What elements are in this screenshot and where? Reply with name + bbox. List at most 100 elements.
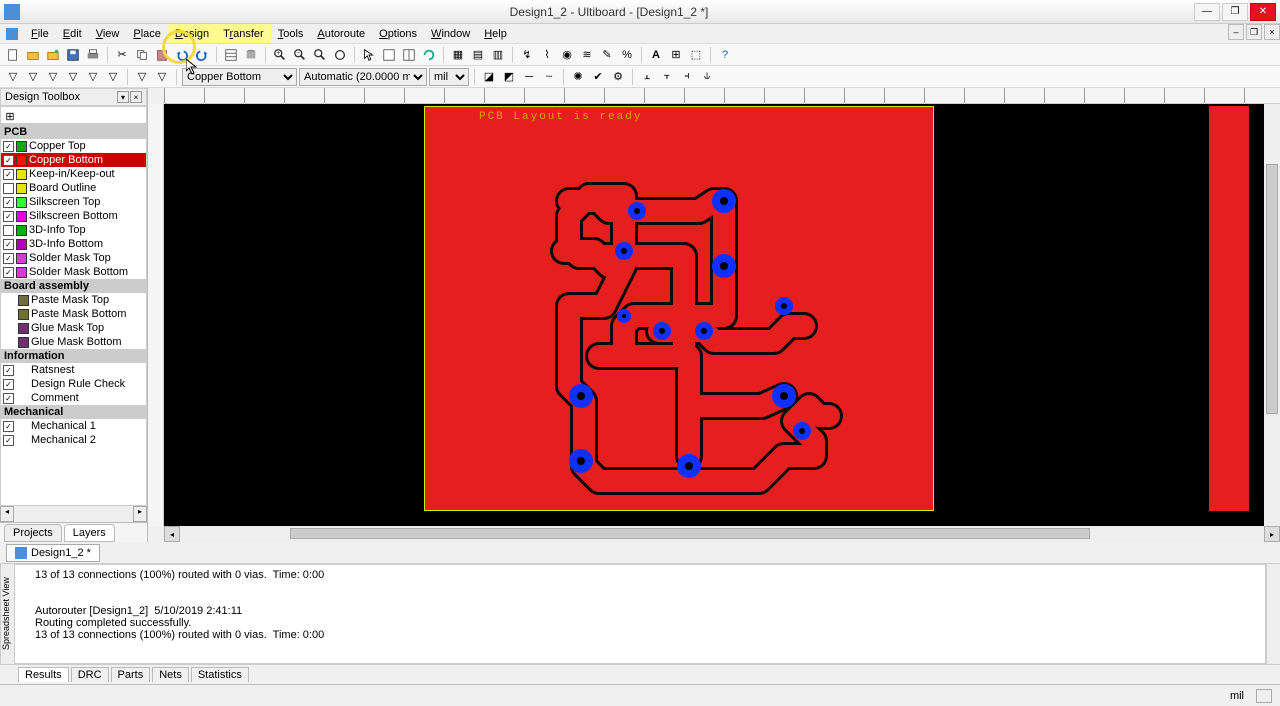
tab-layers[interactable]: Layers <box>64 524 115 542</box>
menu-help[interactable]: Help <box>477 24 514 43</box>
select-icon[interactable] <box>360 46 378 64</box>
database-icon[interactable] <box>242 46 260 64</box>
layer-row[interactable]: Paste Mask Bottom <box>1 307 146 321</box>
tree-hscroll[interactable]: ◂ ▸ <box>0 506 147 522</box>
open-sample-icon[interactable] <box>44 46 62 64</box>
layer-row[interactable]: Board Outline <box>1 181 146 195</box>
layer-checkbox[interactable] <box>3 239 14 250</box>
canvas-vscroll[interactable] <box>1264 104 1280 526</box>
layer-checkbox[interactable] <box>3 211 14 222</box>
paste-icon[interactable] <box>153 46 171 64</box>
cut-icon[interactable]: ✂ <box>113 46 131 64</box>
redo-icon[interactable] <box>193 46 211 64</box>
output-text[interactable]: 13 of 13 connections (100%) routed with … <box>14 564 1266 664</box>
filter-a-icon[interactable]: ▽ <box>4 68 22 86</box>
tool-c-icon[interactable]: ▥ <box>489 46 507 64</box>
layer-row[interactable]: Copper Bottom <box>1 153 146 167</box>
layer-checkbox[interactable] <box>3 435 14 446</box>
drc-icon[interactable]: ✺ <box>569 68 587 86</box>
check-icon[interactable]: ✔ <box>589 68 607 86</box>
spreadsheet-view-label[interactable]: Spreadsheet View <box>0 564 14 664</box>
menu-design[interactable]: Design <box>168 24 216 43</box>
layer-checkbox[interactable] <box>3 225 14 236</box>
layer-checkbox[interactable] <box>3 141 14 152</box>
route-icon[interactable]: ↯ <box>518 46 536 64</box>
layer-row[interactable]: Silkscreen Bottom <box>1 209 146 223</box>
trace-width-select[interactable]: Automatic (20.0000 mil) <box>299 68 427 86</box>
menu-view[interactable]: View <box>89 24 127 43</box>
layer-checkbox[interactable] <box>3 253 14 264</box>
unit-select[interactable]: mil <box>429 68 469 86</box>
align-a-icon[interactable]: ⫠ <box>638 68 656 86</box>
grid-b-icon[interactable] <box>400 46 418 64</box>
toolbox-dropdown-icon[interactable]: ▾ <box>117 91 129 103</box>
document-tab[interactable]: Design1_2 * <box>6 544 100 562</box>
capture-icon[interactable]: ⬚ <box>687 46 705 64</box>
refresh-icon[interactable] <box>420 46 438 64</box>
menu-place[interactable]: Place <box>126 24 168 43</box>
hscroll-left-icon[interactable]: ◂ <box>164 526 180 542</box>
align-d-icon[interactable]: ⫝ <box>698 68 716 86</box>
open-icon[interactable] <box>24 46 42 64</box>
filter-c-icon[interactable]: ▽ <box>44 68 62 86</box>
menu-window[interactable]: Window <box>424 24 477 43</box>
zoom-fit-icon[interactable] <box>331 46 349 64</box>
out-tab-results[interactable]: Results <box>18 667 69 682</box>
layer-row[interactable]: Glue Mask Bottom <box>1 335 146 349</box>
layer-row[interactable]: 3D-Info Top <box>1 223 146 237</box>
via-icon[interactable]: ◉ <box>558 46 576 64</box>
out-tab-parts[interactable]: Parts <box>111 667 151 682</box>
layer-row[interactable]: Glue Mask Top <box>1 321 146 335</box>
layer-row[interactable]: Copper Top <box>1 139 146 153</box>
zoom-area-icon[interactable] <box>311 46 329 64</box>
layer-row[interactable]: Paste Mask Top <box>1 293 146 307</box>
shape-d-icon[interactable]: ┄ <box>540 68 558 86</box>
tool-b-icon[interactable]: ▤ <box>469 46 487 64</box>
status-resize-grip[interactable] <box>1256 689 1272 703</box>
layer-row[interactable]: Silkscreen Top <box>1 195 146 209</box>
out-tab-statistics[interactable]: Statistics <box>191 667 249 682</box>
layer-row[interactable]: 3D-Info Bottom <box>1 237 146 251</box>
layer-row[interactable]: Solder Mask Bottom <box>1 265 146 279</box>
out-tab-nets[interactable]: Nets <box>152 667 189 682</box>
shape-b-icon[interactable]: ◩ <box>500 68 518 86</box>
menu-options[interactable]: Options <box>372 24 424 43</box>
filter-g-icon[interactable]: ▽ <box>133 68 151 86</box>
percent-icon[interactable]: % <box>618 46 636 64</box>
align-c-icon[interactable]: ⫞ <box>678 68 696 86</box>
filter-h-icon[interactable]: ▽ <box>153 68 171 86</box>
tree-icon[interactable]: ⊞ <box>1 107 19 125</box>
layer-select[interactable]: Copper Bottom <box>182 68 297 86</box>
layer-row[interactable]: Ratsnest <box>1 363 146 377</box>
layer-row[interactable]: Keep-in/Keep-out <box>1 167 146 181</box>
save-icon[interactable] <box>64 46 82 64</box>
close-button[interactable]: ✕ <box>1250 3 1276 21</box>
hscroll-right-icon[interactable]: ▸ <box>1264 526 1280 542</box>
system-menu-icon[interactable] <box>6 28 18 40</box>
print-icon[interactable] <box>84 46 102 64</box>
out-tab-drc[interactable]: DRC <box>71 667 109 682</box>
lock-icon[interactable]: ⚙ <box>609 68 627 86</box>
zoom-in-icon[interactable]: + <box>271 46 289 64</box>
layer-checkbox[interactable] <box>3 183 14 194</box>
trace-icon[interactable]: ≋ <box>578 46 596 64</box>
tab-projects[interactable]: Projects <box>4 524 62 542</box>
canvas-hscroll[interactable]: ◂ ▸ <box>164 526 1280 542</box>
menu-transfer[interactable]: Transfer <box>216 24 271 43</box>
highlight-icon[interactable]: ✎ <box>598 46 616 64</box>
filter-d-icon[interactable]: ▽ <box>64 68 82 86</box>
grid-a-icon[interactable] <box>380 46 398 64</box>
menu-tools[interactable]: Tools <box>271 24 311 43</box>
layer-checkbox[interactable] <box>3 197 14 208</box>
layer-checkbox[interactable] <box>3 393 14 404</box>
shape-c-icon[interactable]: ─ <box>520 68 538 86</box>
toolbox-close-icon[interactable]: × <box>130 91 142 103</box>
filter-b-icon[interactable]: ▽ <box>24 68 42 86</box>
undo-icon[interactable] <box>173 46 191 64</box>
help-icon[interactable]: ? <box>716 46 734 64</box>
layer-checkbox[interactable] <box>3 379 14 390</box>
copy-icon[interactable] <box>133 46 151 64</box>
layer-tree[interactable]: PCB Copper TopCopper BottomKeep-in/Keep-… <box>0 124 147 506</box>
output-vscroll[interactable] <box>1266 564 1280 664</box>
menu-autoroute[interactable]: Autoroute <box>310 24 372 43</box>
